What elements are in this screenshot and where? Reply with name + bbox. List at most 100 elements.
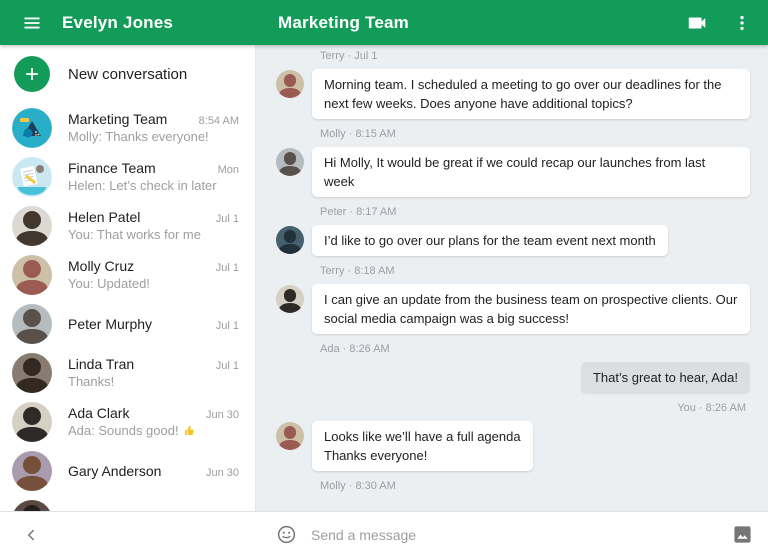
conversation-time: Jun 30 [206,467,239,479]
plus-icon [22,64,42,84]
new-conversation-button[interactable]: New conversation [0,45,255,103]
new-conversation-label: New conversation [68,66,187,83]
avatar-molly [12,255,52,295]
hamburger-icon [22,13,42,33]
attach-image-button[interactable] [733,525,752,544]
more-vert-icon [732,13,752,33]
message-bubble: I’d like to go over our plans for the te… [312,225,668,256]
avatar-helen [12,206,52,246]
conversation-name: Helen Patel [68,209,208,225]
avatar-molly [276,422,304,450]
hangouts-app: Evelyn Jones Marketing Team New conversa… [0,0,768,557]
message-incoming: Hi Molly, It would be great if we could … [276,147,750,225]
conversation-time: Jul 1 [216,320,239,332]
more-options-button[interactable] [732,13,752,33]
conversation-text: Finance Team Mon Helen: Let’s check in la… [68,160,239,193]
message-meta: Molly · 8:15 AM [320,128,750,141]
conversation-helen-patel[interactable]: Helen PatelJul 1 You: That works for me [0,201,255,250]
conversation-preview: Helen: Let’s check in later [68,178,239,193]
conversation-text: Marketing Team 8:54 AM Molly: Thanks ever… [68,111,239,144]
top-bar-left: Evelyn Jones [0,0,256,45]
conversation-preview: Molly: Thanks everyone! [68,129,239,144]
group-avatar-marketing [12,108,52,148]
avatar-ada [276,285,304,313]
new-conversation-circle [14,56,50,92]
conversation-preview-text: Ada: Sounds good! [68,423,179,438]
conversation-text: Linda Tran Jul 1 Thanks! [68,356,239,389]
message-input[interactable] [311,527,719,543]
conversation-ada-clark[interactable]: Ada ClarkJun 30 Ada: Sounds good! [0,397,255,446]
conversation-sidebar: New conversation Marketing Team 8:54 AM M… [0,45,256,511]
message-meta: Peter · 8:17 AM [320,206,750,219]
conversation-text: Molly CruzJul 1 You: Updated! [68,258,239,291]
message-meta: Ada · 8:26 AM [320,343,750,356]
conversation-preview: Ada: Sounds good! [68,423,239,438]
avatar-terry-wong [12,500,52,512]
conversation-linda-tran[interactable]: Linda Tran Jul 1 Thanks! [0,348,255,397]
smiley-icon [276,524,297,545]
chat-scroll-area[interactable]: Sounds good Terry · Jul 1 Morning team. … [256,45,768,511]
message-incoming: Looks like we’ll have a full agenda Than… [276,421,750,499]
conversation-gary-anderson[interactable]: Gary Anderson Jun 30 [0,446,255,495]
conversation-list[interactable]: Marketing Team 8:54 AM Molly: Thanks ever… [0,103,255,511]
message-meta: Molly · 8:30 AM [320,480,533,493]
avatar-gary [12,451,52,491]
main-area: New conversation Marketing Team 8:54 AM M… [0,45,768,511]
account-title: Evelyn Jones [62,13,173,33]
conversation-text: Helen PatelJul 1 You: That works for me [68,209,239,242]
thumbs-up-emoji [183,424,196,437]
message-meta: You · 8:26 AM [581,402,746,415]
message-meta: Terry · Jul 1 [320,50,413,63]
avatar-terry [276,226,304,254]
message-outgoing: That’s great to hear, Ada! You · 8:26 AM [276,362,750,421]
conversation-name: Finance Team [68,160,210,176]
message-content: That’s great to hear, Ada! You · 8:26 AM [581,362,750,421]
avatar-peter [12,304,52,344]
conversation-time: Jul 1 [216,360,239,372]
conversation-name: Linda Tran [68,356,208,372]
conversation-name: Peter Murphy [68,316,208,332]
avatar-ada [12,402,52,442]
chat-panel: Sounds good Terry · Jul 1 Morning team. … [256,45,768,511]
top-bar: Evelyn Jones Marketing Team [0,0,768,45]
message-content: I’d like to go over our plans for the te… [312,225,668,284]
conversation-molly-cruz[interactable]: Molly CruzJul 1 You: Updated! [0,250,255,299]
message-composer [256,512,768,557]
conversation-preview: You: Updated! [68,276,239,291]
conversation-time: Jul 1 [216,262,239,274]
message-meta: Terry · 8:18 AM [320,265,668,278]
message-content: Sounds good Terry · Jul 1 [312,45,413,69]
message-content: Hi Molly, It would be great if we could … [312,147,750,225]
menu-button[interactable] [22,13,42,33]
message-bubble: Looks like we’ll have a full agenda Than… [312,421,533,471]
conversation-finance-team[interactable]: Finance Team Mon Helen: Let’s check in la… [0,152,255,201]
message-content: Looks like we’ll have a full agenda Than… [312,421,533,499]
conversation-preview: Thanks! [68,374,239,389]
group-avatar-finance [12,157,52,197]
chevron-left-icon [22,526,40,544]
collapse-sidebar-button[interactable] [22,526,40,544]
bottom-bar [0,511,768,557]
conversation-time: Mon [218,164,239,176]
emoji-button[interactable] [276,524,297,545]
conversation-terry-wong[interactable]: Terry WongJun 29 [0,495,255,511]
conversation-preview: You: That works for me [68,227,239,242]
message-incoming: I can give an update from the business t… [276,284,750,362]
message-bubble: Morning team. I scheduled a meeting to g… [312,69,750,119]
conversation-name: Gary Anderson [68,463,198,479]
message-content: Morning team. I scheduled a meeting to g… [312,69,750,147]
message-incoming: Sounds good Terry · Jul 1 [276,45,750,69]
avatar-peter [276,148,304,176]
video-call-button[interactable] [686,12,708,34]
video-camera-icon [686,12,708,34]
conversation-title: Marketing Team [278,13,409,33]
conversation-peter-murphy[interactable]: Peter Murphy Jul 1 [0,299,255,348]
message-bubble: Hi Molly, It would be great if we could … [312,147,750,197]
message-incoming: Morning team. I scheduled a meeting to g… [276,69,750,147]
conversation-marketing-team[interactable]: Marketing Team 8:54 AM Molly: Thanks ever… [0,103,255,152]
conversation-text: Gary Anderson Jun 30 [68,463,239,479]
conversation-time: 8:54 AM [199,115,239,127]
conversation-text: Ada ClarkJun 30 Ada: Sounds good! [68,405,239,438]
conversation-name: Ada Clark [68,405,198,421]
conversation-name: Marketing Team [68,111,191,127]
